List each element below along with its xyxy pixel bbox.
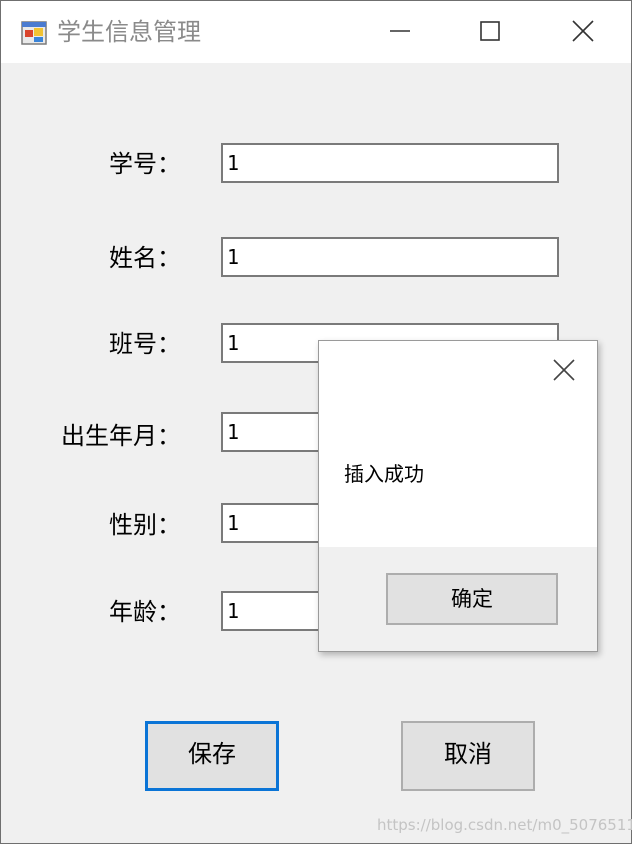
- close-icon: [553, 359, 575, 381]
- window-title: 学生信息管理: [57, 18, 201, 46]
- name-input[interactable]: [221, 237, 559, 277]
- dialog-content-area: 插入成功: [319, 341, 597, 547]
- age-label: 年龄：: [109, 598, 181, 626]
- ok-button[interactable]: 确定: [386, 573, 558, 625]
- minimize-button[interactable]: [379, 11, 423, 51]
- birth-date-label: 出生年月：: [61, 422, 181, 450]
- minimize-icon: [390, 30, 410, 32]
- dialog-message: 插入成功: [344, 462, 424, 486]
- close-button[interactable]: [561, 11, 605, 51]
- maximize-button[interactable]: [469, 11, 513, 51]
- gender-label: 性别：: [109, 511, 181, 539]
- dialog-close-button[interactable]: [549, 355, 579, 385]
- watermark: https://blog.csdn.net/m0_5076511: [377, 816, 632, 834]
- close-icon: [572, 20, 594, 42]
- save-button[interactable]: 保存: [145, 721, 279, 791]
- title-bar[interactable]: 学生信息管理: [1, 1, 631, 63]
- app-form-icon[interactable]: [21, 19, 49, 47]
- class-number-label: 班号：: [109, 330, 181, 358]
- student-id-label: 学号：: [109, 150, 181, 178]
- message-dialog: 插入成功 确定: [318, 340, 598, 652]
- maximize-icon: [480, 21, 500, 41]
- student-id-input[interactable]: [221, 143, 559, 183]
- cancel-button[interactable]: 取消: [401, 721, 535, 791]
- name-label: 姓名：: [109, 244, 181, 272]
